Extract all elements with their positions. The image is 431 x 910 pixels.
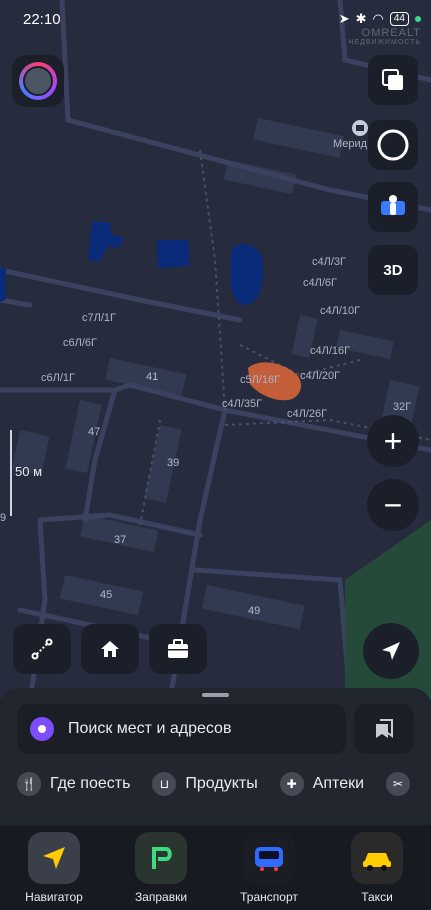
bookmarks-button[interactable] [354,704,414,754]
battery-icon: 44 [389,12,409,26]
home-icon [101,641,119,657]
chip-where-to-eat[interactable]: 🍴 Где поесть [17,772,130,796]
building-number: 9 [0,512,7,524]
transport-icon [243,832,295,884]
plot-label: с4Л/3Г [312,256,346,268]
alice-assistant-button[interactable] [368,120,418,170]
poi-label[interactable]: Мерид [333,138,367,150]
basket-icon: ⊔ [152,772,177,796]
watermark-brand: OMREALT [361,27,421,39]
category-chips: 🍴 Где поесть ⊔ Продукты ✚ Аптеки ✂ [17,772,411,796]
search-placeholder: Поиск мест и адресов [68,720,232,737]
status-time: 22:10 [23,11,61,28]
three-d-button[interactable]: 3D [368,245,418,295]
alice-icon[interactable] [30,717,54,741]
location-arrow-icon: ➤ [338,11,350,26]
avatar-ring [19,62,57,100]
building-number: 37 [114,534,127,546]
scissors-icon: ✂ [386,772,411,796]
dock-taxi[interactable]: Такси [332,832,422,904]
plus-icon: + [383,423,403,459]
search-input[interactable]: Поиск мест и адресов [17,704,346,754]
zoom-out-button[interactable]: − [367,479,419,531]
building-number: 41 [146,371,159,383]
chip-more[interactable]: ✂ [386,772,411,796]
bluetooth-icon: ✱ [355,11,367,26]
profile-avatar-button[interactable] [12,55,64,107]
app-dock: Навигатор Заправки Транспорт Такси [0,826,431,910]
my-location-button[interactable] [363,623,419,679]
plus-icon: ✚ [279,772,304,796]
plot-label: с4Л/16Г [310,345,351,357]
plot-label: с5Л/16Г [240,374,281,386]
dock-label: Такси [361,890,393,904]
dock-transport[interactable]: Транспорт [224,832,314,904]
chip-label: Где поесть [50,775,131,792]
dock-label: Транспорт [240,890,298,904]
status-icons: ➤ ✱ ◠ 44 [339,11,421,27]
building-number: 47 [88,426,101,438]
map-canvas [0,0,431,700]
plot-label: с4Л/35Г [222,398,263,410]
map-scale: 50 м [8,430,48,518]
building-number: 49 [248,605,261,617]
chip-groceries[interactable]: ⊔ Продукты [152,772,258,796]
work-button[interactable] [149,624,207,674]
plot-label: с4Л/6Г [303,277,337,289]
navigator-icon [28,832,80,884]
plot-label: с6Л/1Г [41,372,75,384]
zoom-in-button[interactable]: + [367,415,419,467]
watermark: OMREALT НЕДВИЖИМОСТЬ [348,27,421,46]
three-d-label: 3D [383,261,403,279]
layers-icon [382,69,403,90]
dock-label: Навигатор [25,890,83,904]
panorama-button[interactable] [368,182,418,232]
route-button[interactable] [13,624,71,674]
map-view[interactable]: Мерид с4Л/3Г с4Л/6Г с4Л/10Г с4Л/16Г с4Л/… [0,0,431,700]
watermark-tagline: НЕДВИЖИМОСТЬ [348,39,421,46]
chip-label: Продукты [185,775,258,792]
route-icon [31,638,53,660]
notification-dot [415,16,421,22]
fuel-icon [135,832,187,884]
briefcase-icon [168,639,188,658]
plot-label: 32Г [393,401,412,413]
avatar [23,66,53,96]
panorama-person-icon [381,195,405,215]
building-number: 39 [167,457,180,469]
plot-label: с6Л/6Г [63,337,97,349]
dock-label: Заправки [134,890,188,904]
plot-label: с4Л/26Г [287,408,328,420]
dock-navigator[interactable]: Навигатор [9,832,99,904]
plot-label: с4Л/20Г [300,370,341,382]
plot-label: с7Л/1Г [82,312,116,324]
taxi-icon [351,832,403,884]
building-number: 45 [100,589,113,601]
chip-label: Аптеки [312,775,365,792]
cutlery-icon: 🍴 [17,772,41,796]
wifi-icon: ◠ [372,11,384,26]
plot-label: с4Л/10Г [320,305,361,317]
sheet-handle[interactable] [202,693,229,697]
home-button[interactable] [81,624,139,674]
scale-label: 50 м [15,464,43,479]
bottom-sheet[interactable]: Поиск мест и адресов 🍴 Где поесть ⊔ Прод… [0,688,431,824]
minus-icon: − [383,487,403,523]
dock-fuel[interactable]: Заправки [116,832,206,904]
navigation-arrow-icon [382,642,400,660]
layers-button[interactable] [368,55,418,105]
chip-pharmacies[interactable]: ✚ Аптеки [279,772,365,796]
scale-bar [10,430,12,516]
bookmark-icon [376,719,393,738]
alice-ring-icon [377,129,409,161]
